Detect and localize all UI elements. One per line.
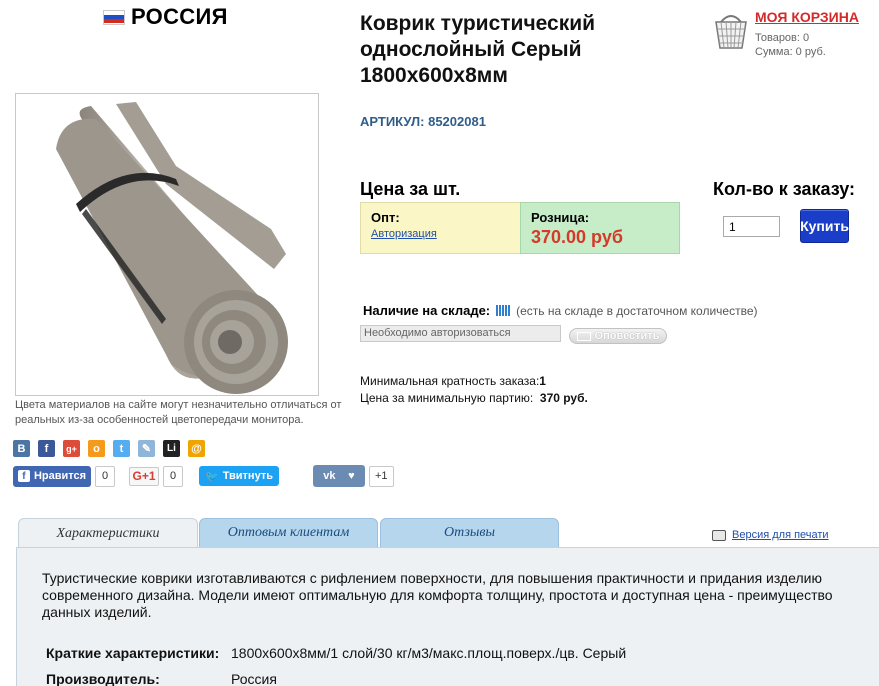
product-description: Туристические коврики изготавливаются с … — [42, 570, 833, 620]
quantity-heading: Кол-во к заказу: — [713, 179, 856, 199]
product-sku: АРТИКУЛ: 85202081 — [360, 114, 486, 129]
odnoklassniki-share-icon[interactable]: о — [88, 440, 105, 457]
tweet-button-label: Твитнуть — [222, 470, 273, 482]
googleplus-count: 0 — [163, 465, 183, 487]
basket-icon[interactable] — [713, 8, 749, 52]
envelope-icon — [576, 331, 591, 341]
rolled-mat-image — [56, 102, 288, 394]
wholesale-label: Опт: — [371, 210, 400, 225]
min-order-info: Минимальная кратность заказа:1 Цена за м… — [360, 373, 588, 407]
vk-share-icon[interactable]: В — [13, 440, 30, 457]
cart-items-count: Товаров: 0 — [755, 32, 810, 44]
product-title: Коврик туристический однослойный Серый 1… — [360, 12, 596, 87]
stock-label: Наличие на складе: — [363, 303, 491, 318]
vk-like-button[interactable]: vk ♥ — [313, 465, 365, 487]
livejournal-share-icon[interactable]: ✎ — [138, 440, 155, 457]
min-batch-value: 370 руб. — [539, 391, 588, 405]
authorization-link[interactable]: Авторизация — [371, 228, 520, 240]
wholesale-price-cell: Опт: Авторизация — [360, 202, 520, 254]
russia-flag-icon — [103, 9, 125, 25]
stock-level-icon — [496, 305, 511, 316]
retail-price: 370.00 руб — [531, 227, 623, 247]
stock-availability: Наличие на складе: (есть на складе в дос… — [363, 303, 758, 318]
heart-icon: ♥ — [348, 470, 355, 482]
share-icons: В f g+ о t ✎ Li @ — [13, 440, 205, 457]
country-header: РОССИЯ — [103, 4, 228, 30]
buy-button[interactable]: Купить — [800, 209, 849, 243]
liveinternet-share-icon[interactable]: Li — [163, 440, 180, 457]
facebook-like-label: Нравится — [33, 470, 87, 482]
facebook-icon: f — [17, 470, 30, 482]
notify-field[interactable]: Необходимо авторизоваться — [360, 325, 561, 342]
spec-label: Производитель: — [46, 671, 160, 686]
vk-like-count: +1 — [369, 465, 394, 487]
twitter-bird-icon: 🐦 — [205, 470, 219, 483]
vk-logo-icon: vk — [323, 470, 336, 482]
googleplus-button[interactable]: G+1 — [129, 466, 159, 486]
cart-link[interactable]: МОЯ КОРЗИНА — [755, 9, 859, 25]
spec-value: 1800х600х8мм/1 слой/30 кг/м3/макс.площ.п… — [231, 645, 627, 661]
spec-value: Россия — [231, 671, 277, 686]
mailru-share-icon[interactable]: @ — [188, 440, 205, 457]
tweet-button[interactable]: 🐦 Твитнуть — [199, 466, 279, 486]
tab-reviews[interactable]: Отзывы — [380, 518, 559, 548]
cart-sum: Сумма: 0 руб. — [755, 46, 826, 58]
price-heading: Цена за шт. — [360, 179, 461, 199]
stock-status: (есть на складе в достаточном количестве… — [516, 303, 758, 318]
product-image[interactable] — [15, 93, 319, 396]
social-buttons: f Нравится 0 G+1 0 🐦 Твитнуть vk ♥ +1 — [13, 465, 394, 487]
facebook-share-icon[interactable]: f — [38, 440, 55, 457]
twitter-share-icon[interactable]: t — [113, 440, 130, 457]
googleplus-share-icon[interactable]: g+ — [63, 440, 80, 457]
retail-price-cell: Розница: 370.00 руб — [520, 202, 680, 254]
notify-button-label: Оповестить — [594, 330, 660, 342]
notify-button[interactable]: Оповестить — [569, 328, 667, 344]
print-version-link[interactable]: Версия для печати — [712, 529, 829, 541]
print-version-label: Версия для печати — [732, 529, 829, 541]
facebook-like-count: 0 — [95, 465, 115, 487]
country-name: РОССИЯ — [131, 4, 228, 29]
min-multiplicity-label: Минимальная кратность заказа: — [360, 374, 540, 388]
image-color-note: Цвета материалов на сайте могут незначит… — [15, 399, 342, 426]
quantity-input[interactable] — [723, 216, 780, 237]
spec-label: Краткие характеристики: — [46, 645, 220, 661]
min-multiplicity-value: 1 — [539, 374, 546, 388]
tab-wholesale-clients[interactable]: Оптовым клиентам — [199, 518, 378, 548]
printer-icon — [712, 529, 726, 541]
facebook-like-button[interactable]: f Нравится — [13, 465, 91, 487]
tab-characteristics[interactable]: Характеристики — [18, 518, 198, 548]
retail-label: Розница: — [531, 210, 590, 225]
min-batch-label: Цена за минимальную партию: — [360, 391, 534, 405]
